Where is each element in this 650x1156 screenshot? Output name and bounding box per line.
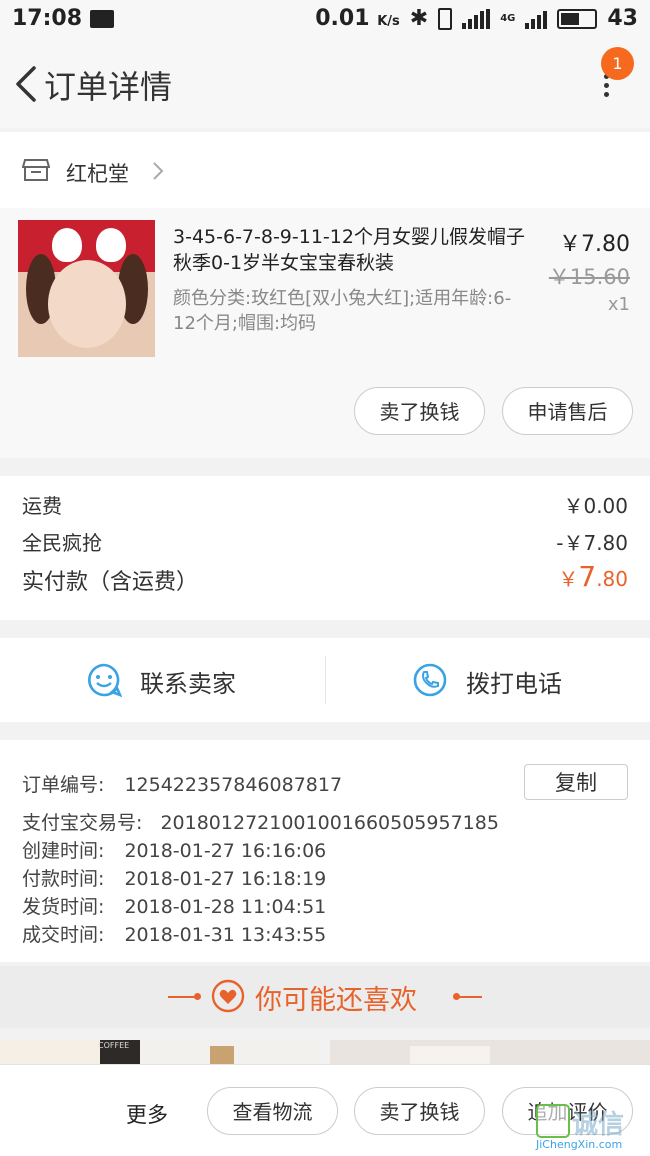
- divider: [456, 996, 482, 998]
- call-button[interactable]: 拨打电话: [326, 638, 650, 722]
- product-spec: 颜色分类:玫红色[双小兔大红];适用年龄:6-12个月;帽围:均码: [173, 288, 512, 334]
- created-time-row: 创建时间: 2018-01-27 16:16:06: [22, 840, 327, 862]
- order-number-row: 订单编号: 125422357846087817: [22, 774, 343, 796]
- order-number: 125422357846087817: [124, 774, 343, 796]
- shop-name: 红杞堂: [66, 162, 129, 186]
- product-title[interactable]: 3-45-6-7-8-9-11-12个月女婴儿假发帽子秋季0-1岁半女宝宝春秋装: [173, 224, 533, 276]
- alipay-trade-row: 支付宝交易号: 2018012721001001660505957185: [22, 812, 499, 834]
- more-button[interactable]: 更多: [126, 1099, 168, 1129]
- call-label: 拨打电话: [466, 670, 562, 698]
- contact-bar: 联系卖家 拨打电话: [0, 638, 650, 722]
- watermark-logo-icon: [536, 1104, 570, 1138]
- divider-dot: [194, 993, 201, 1000]
- notification-badge: 1: [601, 47, 634, 80]
- status-bar: 17:08 0.01 K/s ✱ 4G 43: [0, 0, 650, 40]
- paid-amount: ￥7.80: [558, 560, 628, 593]
- chat-icon: [88, 663, 122, 698]
- shipping-value: ￥0.00: [563, 494, 628, 518]
- recommend-title: 你可能还喜欢: [255, 985, 417, 1016]
- shipped-time-row: 发货时间: 2018-01-28 11:04:51: [22, 896, 327, 918]
- nav-bar: 订单详情 1: [0, 40, 650, 128]
- shop-row[interactable]: 红杞堂: [0, 132, 650, 209]
- fee-summary: 运费 ￥0.00 全民疯抢 -￥7.80 实付款（含运费） ￥7.80: [0, 476, 650, 620]
- paid-row: 实付款（含运费） ￥7.80: [22, 560, 628, 596]
- status-time: 17:08: [12, 6, 83, 31]
- after-sale-button[interactable]: 申请售后: [502, 387, 633, 435]
- product-original-price: ￥15.60: [548, 265, 630, 289]
- site-watermark: 诚信 JiChengXin.com: [530, 1102, 648, 1154]
- network-speed: 0.01 K/s: [315, 6, 400, 31]
- product-quantity: x1: [607, 294, 630, 315]
- completed-time-row: 成交时间: 2018-01-31 13:43:55: [22, 924, 327, 946]
- chevron-right-icon: [153, 162, 164, 180]
- order-info: 订单编号: 125422357846087817 复制 支付宝交易号: 2018…: [0, 740, 650, 962]
- product-price: ￥7.80: [559, 232, 630, 257]
- shop-icon: [22, 159, 50, 181]
- recommend-header: 你可能还喜欢: [0, 966, 650, 1028]
- status-indicators: 0.01 K/s ✱ 4G 43: [315, 6, 638, 31]
- alipay-trade-number: 2018012721001001660505957185: [160, 812, 499, 834]
- phone-icon: [413, 663, 447, 697]
- battery-icon: [557, 8, 598, 29]
- paid-time-row: 付款时间: 2018-01-27 16:18:19: [22, 868, 327, 890]
- copy-button[interactable]: 复制: [524, 764, 628, 800]
- watermark-text: 诚信: [572, 1110, 625, 1140]
- paid-label: 实付款（含运费）: [22, 570, 199, 595]
- discount-row: 全民疯抢 -￥7.80: [22, 527, 628, 556]
- page-title: 订单详情: [44, 68, 173, 106]
- product-thumbnail[interactable]: [18, 220, 155, 357]
- image-notification-icon: [90, 10, 114, 28]
- back-arrow-icon[interactable]: [10, 64, 46, 104]
- order-item: 3-45-6-7-8-9-11-12个月女婴儿假发帽子秋季0-1岁半女宝宝春秋装…: [0, 208, 650, 458]
- bluetooth-icon: ✱: [409, 6, 429, 31]
- signal-4g-icon: [525, 9, 548, 29]
- shipping-label: 运费: [22, 494, 62, 518]
- vibrate-icon: [438, 7, 453, 30]
- heart-icon: [211, 979, 245, 1013]
- resell-button-bottom[interactable]: 卖了换钱: [354, 1087, 485, 1135]
- resell-button[interactable]: 卖了换钱: [354, 387, 485, 435]
- view-logistics-button[interactable]: 查看物流: [207, 1087, 338, 1135]
- contact-seller-button[interactable]: 联系卖家: [0, 638, 325, 722]
- network-type: 4G: [500, 13, 516, 24]
- discount-label: 全民疯抢: [22, 531, 102, 555]
- contact-seller-label: 联系卖家: [140, 670, 236, 698]
- recommend-card-text: COFFEE: [98, 1041, 130, 1050]
- battery-level: 43: [607, 6, 638, 31]
- signal-icon: [462, 8, 491, 29]
- shipping-row: 运费 ￥0.00: [22, 490, 628, 519]
- discount-value: -￥7.80: [556, 531, 628, 555]
- watermark-url: JiChengXin.com: [536, 1138, 623, 1151]
